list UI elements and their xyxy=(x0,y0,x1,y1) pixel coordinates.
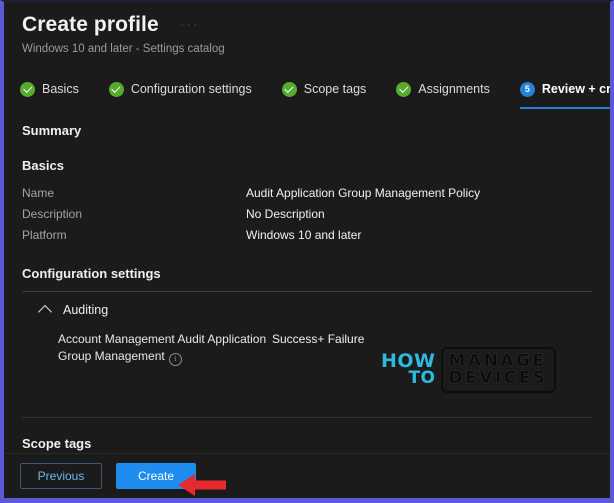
tab-scope-tags[interactable]: Scope tags xyxy=(281,73,367,105)
basics-heading: Basics xyxy=(22,158,64,173)
table-row: Name Audit Application Group Management … xyxy=(22,183,592,204)
row-value: Windows 10 and later xyxy=(246,228,362,242)
setting-row: Account Management Audit Application Gro… xyxy=(22,331,592,366)
basics-table: Name Audit Application Group Management … xyxy=(22,183,592,246)
page-subtitle: Windows 10 and later - Settings catalog xyxy=(22,43,225,55)
setting-name-wrapper: Account Management Audit Application Gro… xyxy=(58,331,272,366)
setting-name: Account Management Audit Application Gro… xyxy=(58,332,267,363)
tab-review-create[interactable]: 5 Review + create xyxy=(519,73,611,109)
scope-tags-heading: Scope tags xyxy=(22,436,92,451)
check-circle-icon xyxy=(396,81,412,97)
title-row: Create profile ··· xyxy=(22,12,610,38)
row-key: Name xyxy=(22,186,55,200)
create-button[interactable]: Create xyxy=(116,463,196,489)
configuration-settings-heading: Configuration settings xyxy=(22,266,161,281)
section-divider xyxy=(22,291,592,292)
watermark-to: TO xyxy=(408,368,436,388)
table-row: Platform Windows 10 and later xyxy=(22,225,592,246)
tab-label: Review + create xyxy=(541,82,611,96)
row-key: Description xyxy=(22,207,83,221)
tab-label: Configuration settings xyxy=(130,82,252,96)
summary-heading: Summary xyxy=(22,123,82,138)
row-value: No Description xyxy=(246,207,325,221)
check-circle-icon xyxy=(20,81,35,97)
row-value: Audit Application Group Management Polic… xyxy=(246,186,481,200)
window-header: Create profile ··· Windows 10 and later … xyxy=(4,2,610,57)
settings-group-auditing[interactable]: Auditing xyxy=(22,303,592,319)
tab-label: Basics xyxy=(42,82,79,96)
watermark-devices: DEVICES xyxy=(448,368,548,388)
scope-tags-section: Scope tags xyxy=(4,417,610,453)
check-circle-icon xyxy=(108,81,124,97)
tab-label: Scope tags xyxy=(303,82,367,96)
chevron-up-icon[interactable] xyxy=(37,304,53,319)
previous-button[interactable]: Previous xyxy=(20,463,102,489)
overflow-menu-icon[interactable]: ··· xyxy=(177,15,203,35)
tab-configuration-settings[interactable]: Configuration settings xyxy=(108,73,252,105)
step-number-badge: 5 xyxy=(519,81,535,97)
tab-basics[interactable]: Basics xyxy=(20,73,79,105)
row-key: Platform xyxy=(22,228,67,242)
wizard-steps: Basics Configuration settings Scope tags… xyxy=(4,73,610,109)
settings-group-label: Auditing xyxy=(63,303,109,317)
tab-assignments[interactable]: Assignments xyxy=(396,73,490,105)
tab-label: Assignments xyxy=(418,82,490,96)
info-icon[interactable]: i xyxy=(168,352,182,366)
active-tab-underline xyxy=(519,107,610,109)
check-circle-icon xyxy=(281,81,297,97)
wizard-footer: Previous Create xyxy=(4,453,610,498)
create-profile-window: Create profile ··· Windows 10 and later … xyxy=(0,0,614,503)
review-pane: Summary Basics Name Audit Application Gr… xyxy=(4,123,610,366)
table-row: Description No Description xyxy=(22,204,592,225)
setting-value: Success+ Failure xyxy=(272,332,365,346)
page-title: Create profile xyxy=(22,13,159,36)
